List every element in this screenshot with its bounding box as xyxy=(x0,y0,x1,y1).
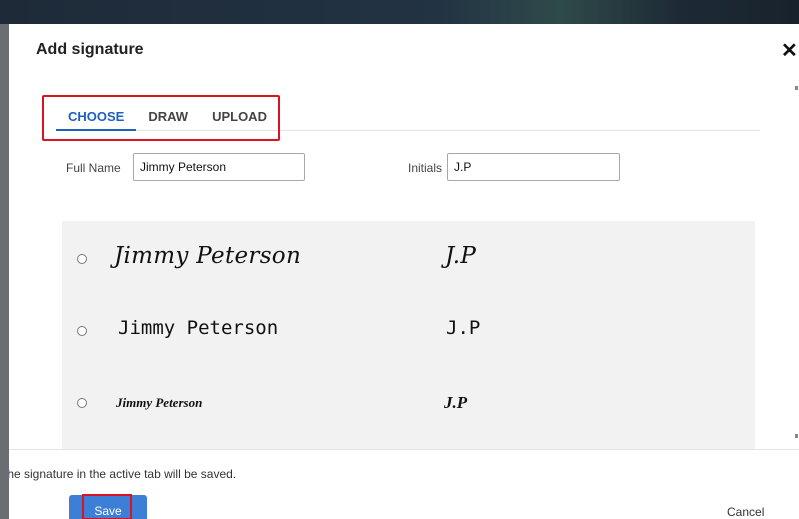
signature-option-1-initials[interactable]: J.P xyxy=(445,243,476,269)
footer-note: The signature in the active tab will be … xyxy=(9,467,237,481)
dialog-title: Add signature xyxy=(36,41,144,58)
initials-label: Initials xyxy=(408,161,443,175)
signature-option-2-radio[interactable] xyxy=(77,326,87,336)
full-name-label: Full Name xyxy=(66,161,121,175)
save-highlight-box xyxy=(82,494,132,519)
initials-input[interactable] xyxy=(447,153,620,181)
cancel-button[interactable]: Cancel xyxy=(727,505,764,519)
signature-options-panel: Jimmy Peterson J.P Jimmy Peterson J.P Ji… xyxy=(62,221,755,481)
signature-option-2-name[interactable]: Jimmy Peterson xyxy=(118,317,278,339)
scrollbar-up[interactable] xyxy=(795,86,798,90)
background-overlay xyxy=(0,24,9,519)
signature-option-2-initials[interactable]: J.P xyxy=(446,317,480,339)
background-header xyxy=(0,0,799,24)
signature-option-3-radio[interactable] xyxy=(77,398,87,408)
close-icon[interactable]: ✕ xyxy=(781,41,798,61)
signature-option-3-initials[interactable]: J.P xyxy=(444,393,467,413)
signature-option-1-radio[interactable] xyxy=(77,254,87,264)
full-name-input[interactable] xyxy=(133,153,305,181)
signature-option-1-name[interactable]: Jimmy Peterson xyxy=(114,243,301,269)
scrollbar-down[interactable] xyxy=(795,434,798,438)
add-signature-dialog: Add signature CHOOSE DRAW UPLOAD Full Na… xyxy=(9,24,799,519)
signature-option-3-name[interactable]: Jimmy Peterson xyxy=(116,395,202,411)
tabs-highlight-box xyxy=(42,95,280,141)
